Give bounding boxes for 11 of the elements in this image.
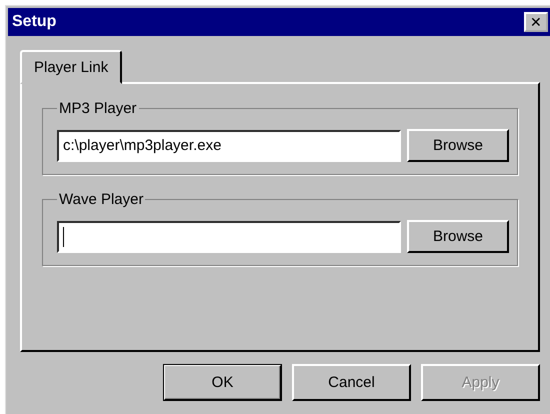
tab[interactable]: Player Link [20, 50, 122, 84]
input-field[interactable]: c:\player\mp3player.exe [57, 130, 401, 162]
dialog-button[interactable]: OK [163, 364, 282, 401]
browse-button[interactable]: Browse [407, 220, 509, 253]
dialog-button[interactable]: Cancel [292, 364, 411, 401]
input-field[interactable] [57, 220, 401, 252]
group-title: MP3 Player [58, 100, 138, 117]
window-title: Setup [12, 13, 56, 31]
group-title: Wave Player [58, 191, 144, 208]
browse-button[interactable]: Browse [407, 129, 509, 162]
close-button[interactable]: ✕ [524, 12, 548, 32]
